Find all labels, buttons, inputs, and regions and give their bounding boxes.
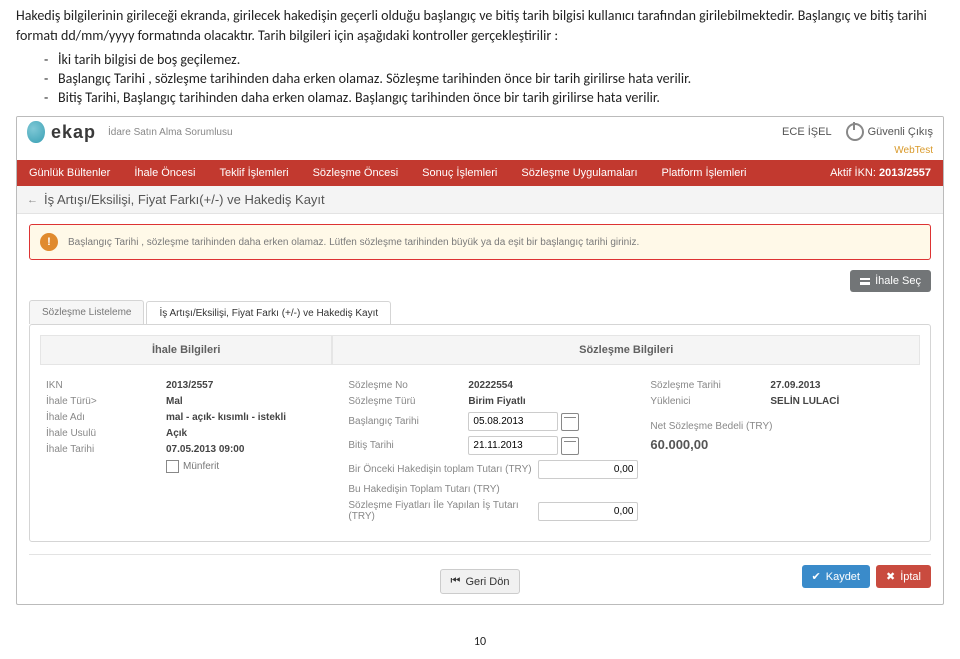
active-ikn: Aktif İKN: 2013/2557: [830, 167, 943, 179]
bullet-item: Bitiş Tarihi, Başlangıç tarihinden daha …: [44, 89, 944, 106]
logo-subtitle: İdare Satın Alma Sorumlusu: [108, 127, 233, 138]
save-button[interactable]: ✔ Kaydet: [802, 565, 870, 588]
lbl-soztarih: Sözleşme Tarihi: [650, 380, 770, 391]
contract-col-1: Sözleşme No20222554 Sözleşme TürüBirim F…: [342, 375, 644, 527]
form-panel: İhale Bilgileri Sözleşme Bilgileri IKN20…: [29, 324, 931, 542]
alert-message: Başlangıç Tarihi , sözleşme tarihinden d…: [68, 237, 639, 248]
work-amount-input: [538, 502, 638, 521]
app-screenshot: ekap İdare Satın Alma Sorumlusu ECE İŞEL…: [16, 116, 944, 605]
nav-item[interactable]: Günlük Bültenler: [17, 160, 122, 186]
page-title: İş Artışı/Eksilişi, Fiyat Farkı(+/-) ve …: [44, 192, 325, 207]
cancel-label: İptal: [900, 571, 921, 583]
warning-icon: !: [40, 233, 58, 251]
val-soztarih: 27.09.2013: [770, 380, 820, 391]
logout-link[interactable]: Güvenli Çıkış: [846, 123, 933, 141]
save-label: Kaydet: [826, 571, 860, 583]
back-arrow-icon[interactable]: ←: [27, 194, 38, 206]
list-icon: [860, 278, 870, 284]
tab-hakedis[interactable]: İş Artışı/Eksilişi, Fiyat Farkı (+/-) ve…: [146, 301, 391, 325]
end-date-input[interactable]: [468, 436, 558, 455]
val-bedel: 60.000,00: [650, 437, 708, 452]
nav-item[interactable]: Sözleşme Öncesi: [301, 160, 411, 186]
ikn-value: 2013/2557: [879, 167, 931, 179]
calendar-icon[interactable]: [561, 413, 579, 431]
val-tur: Mal: [166, 396, 183, 407]
check-icon: ✔: [812, 570, 821, 583]
val-yuklenici: SELİN LULACİ: [770, 396, 839, 407]
munferit-checkbox[interactable]: Münferit: [166, 460, 219, 473]
lbl-bas: Başlangıç Tarihi: [348, 416, 468, 427]
logo-icon: [27, 121, 45, 143]
lbl-soztur: Sözleşme Türü: [348, 396, 468, 407]
contract-col-2: Sözleşme Tarihi27.09.2013 YükleniciSELİN…: [644, 375, 920, 527]
cancel-button[interactable]: ✖ İptal: [876, 565, 931, 588]
nav-item[interactable]: Sözleşme Uygulamaları: [509, 160, 649, 186]
lbl-ad: İhale Adı: [46, 412, 166, 423]
lbl-bu: Bu Hakedişin Toplam Tutarı (TRY): [348, 484, 538, 495]
val-ad: mal - açık- kısımlı - istekli: [166, 412, 286, 423]
lbl-ikn: IKN: [46, 380, 166, 391]
footer-buttons: ⏮ Geri Dön ✔ Kaydet ✖ İptal: [29, 554, 931, 604]
lbl-onceki: Bir Önceki Hakedişin toplam Tutarı (TRY): [348, 464, 538, 475]
tender-info-column: IKN2013/2557 İhale Türü>Mal İhale Adımal…: [40, 375, 342, 527]
select-tender-button[interactable]: İhale Seç: [850, 270, 931, 292]
nav-item[interactable]: Platform İşlemleri: [650, 160, 759, 186]
prev-amount-input: [538, 460, 638, 479]
logout-label: Güvenli Çıkış: [868, 126, 933, 138]
nav-item[interactable]: Teklif İşlemleri: [207, 160, 300, 186]
nav-item[interactable]: Sonuç İşlemleri: [410, 160, 509, 186]
val-ikn: 2013/2557: [166, 380, 213, 391]
back-label: Geri Dön: [465, 576, 509, 588]
validation-alert: ! Başlangıç Tarihi , sözleşme tarihinden…: [29, 224, 931, 260]
environment-badge: WebTest: [894, 145, 933, 156]
lbl-bedel: Net Sözleşme Bedeli (TRY): [650, 421, 800, 432]
start-date-input[interactable]: [468, 412, 558, 431]
page-number: 10: [16, 635, 944, 649]
user-name[interactable]: ECE İŞEL: [782, 126, 832, 138]
section-title-contract: Sözleşme Bilgileri: [332, 335, 920, 364]
breadcrumb: ← İş Artışı/Eksilişi, Fiyat Farkı(+/-) v…: [17, 186, 943, 214]
select-tender-label: İhale Seç: [875, 275, 921, 287]
close-icon: ✖: [886, 570, 895, 583]
app-topbar: ekap İdare Satın Alma Sorumlusu ECE İŞEL…: [17, 117, 943, 145]
lbl-tur: İhale Türü>: [46, 396, 166, 407]
ikn-label: Aktif İKN:: [830, 167, 876, 179]
lbl-tarih: İhale Tarihi: [46, 444, 166, 455]
lbl-usul: İhale Usulü: [46, 428, 166, 439]
lbl-bit: Bitiş Tarihi: [348, 440, 468, 451]
val-sozno: 20222554: [468, 380, 513, 391]
power-icon: [846, 123, 864, 141]
tab-listing[interactable]: Sözleşme Listeleme: [29, 300, 144, 324]
back-icon: ⏮: [451, 575, 461, 588]
lbl-sozno: Sözleşme No: [348, 380, 468, 391]
intro-text: Hakediş bilgilerinin girileceği ekranda,…: [16, 6, 944, 45]
validation-bullets: İki tarih bilgisi de boş geçilemez. Başl…: [44, 51, 944, 106]
back-button[interactable]: ⏮ Geri Dön: [440, 569, 521, 594]
tab-bar: Sözleşme Listeleme İş Artışı/Eksilişi, F…: [17, 300, 943, 324]
section-title-tender: İhale Bilgileri: [40, 335, 332, 364]
nav-item[interactable]: İhale Öncesi: [122, 160, 207, 186]
lbl-fiy: Sözleşme Fiyatları İle Yapılan İş Tutarı…: [348, 500, 538, 522]
calendar-icon[interactable]: [561, 437, 579, 455]
main-navbar: Günlük Bültenler İhale Öncesi Teklif İşl…: [17, 160, 943, 186]
val-soztur: Birim Fiyatlı: [468, 396, 525, 407]
lbl-yuklenici: Yüklenici: [650, 396, 770, 407]
val-usul: Açık: [166, 428, 187, 439]
bullet-item: Başlangıç Tarihi , sözleşme tarihinden d…: [44, 70, 944, 87]
bullet-item: İki tarih bilgisi de boş geçilemez.: [44, 51, 944, 68]
logo-text: ekap: [51, 122, 96, 143]
val-tarih: 07.05.2013 09:00: [166, 444, 244, 455]
app-logo: ekap İdare Satın Alma Sorumlusu: [27, 121, 233, 143]
munferit-label: Münferit: [183, 461, 219, 472]
